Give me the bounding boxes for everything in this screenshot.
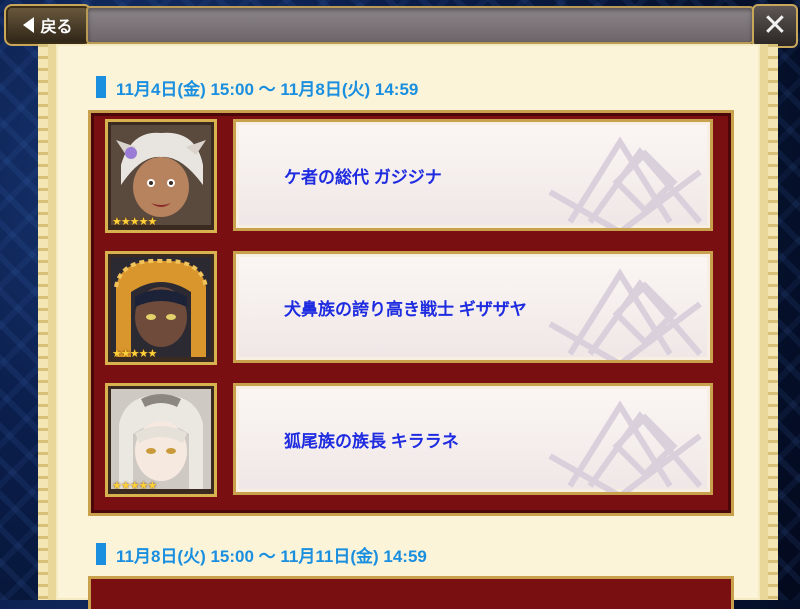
character-portrait[interactable]: ★★★★★ — [105, 383, 217, 497]
character-name: 犬鼻族の誇り高き戦士 ギザザヤ — [284, 299, 527, 319]
gajijina-portrait-art — [111, 125, 211, 225]
gizazaya-portrait-art — [111, 257, 211, 357]
top-bar: 戻る ✕ — [0, 0, 800, 48]
character-entry[interactable]: ★★★★★ ケ者の総代 ガジジナ — [105, 117, 715, 235]
character-portrait[interactable]: ★★★★★ — [105, 119, 217, 233]
schedule-period-text: 11月4日(金) 15:00 〜 11月8日(火) 14:59 — [116, 79, 419, 99]
header-marker — [96, 543, 106, 565]
schedule-panel[interactable]: 11月4日(金) 15:00 〜 11月8日(火) 14:59 ★★★★★ ケ者… — [38, 44, 778, 609]
character-entry[interactable]: ★★★★★ 狐尾族の族長 キララネ — [105, 381, 715, 499]
back-arrow-icon — [23, 17, 35, 33]
title-bar — [86, 6, 754, 44]
header-marker — [96, 76, 106, 98]
back-button[interactable]: 戻る — [4, 4, 92, 46]
celtic-knot-decoration — [548, 400, 703, 492]
schedule-period-text: 11月8日(火) 15:00 〜 11月11日(金) 14:59 — [116, 546, 427, 566]
celtic-knot-decoration — [548, 268, 703, 360]
character-portrait[interactable]: ★★★★★ — [105, 251, 217, 365]
character-group: ★★★★★ ケ者の総代 ガジジナ ★★★★★ 犬鼻族の誇り高き戦士 ギザザヤ ★… — [88, 110, 734, 516]
kiralane-portrait-art — [111, 389, 211, 489]
schedule-period-header: 11月4日(金) 15:00 〜 11月8日(火) 14:59 — [96, 74, 418, 100]
character-name: 狐尾族の族長 キララネ — [284, 431, 459, 451]
character-group — [88, 576, 734, 609]
celtic-knot-decoration — [548, 136, 703, 228]
close-icon: ✕ — [762, 8, 788, 43]
close-button[interactable]: ✕ — [752, 4, 798, 48]
character-name-card[interactable]: ケ者の総代 ガジジナ — [233, 119, 713, 231]
schedule-period-header: 11月8日(火) 15:00 〜 11月11日(金) 14:59 — [96, 541, 427, 567]
rarity-stars: ★★★★★ — [112, 347, 157, 360]
rarity-stars: ★★★★★ — [112, 215, 157, 228]
back-button-label: 戻る — [40, 17, 73, 36]
character-name-card[interactable]: 狐尾族の族長 キララネ — [233, 383, 713, 495]
rarity-stars: ★★★★★ — [112, 479, 157, 492]
character-entry[interactable]: ★★★★★ 犬鼻族の誇り高き戦士 ギザザヤ — [105, 249, 715, 367]
character-name: ケ者の総代 ガジジナ — [284, 167, 442, 187]
character-name-card[interactable]: 犬鼻族の誇り高き戦士 ギザザヤ — [233, 251, 713, 363]
